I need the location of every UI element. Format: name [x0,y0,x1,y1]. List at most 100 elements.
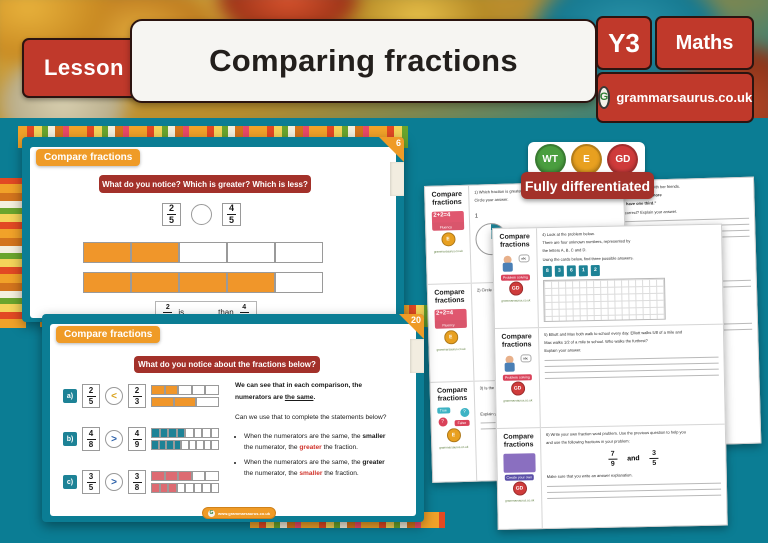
grammarsaurus-logo-icon: G [208,509,215,517]
fraction-bar [649,457,659,459]
bullet-bold: smaller [362,432,386,440]
worksheet-sidebar: Compare fractions 2+2=4 Fluency E gramma… [427,283,475,382]
worksheet-row[interactable]: Compare fractions Create your own GD gra… [496,425,727,529]
bar-cell-shaded [151,397,174,407]
number-card[interactable]: 6 [566,265,576,277]
bar-cell [188,440,197,450]
bar-cell-shaded [164,385,179,395]
bar-cell [193,428,202,438]
number-card-row[interactable]: 8 3 6 1 2 [542,262,717,277]
explanation-line-2: numerators are the same. [235,392,411,404]
denominator: 5 [228,215,234,225]
row-tag-label: c) [66,478,74,486]
true-false-reasoning-icon: True ? ? False [436,407,470,427]
list-item: When the numerators are the same, the gr… [244,457,411,480]
page-title-card: Comparing fractions [130,19,597,103]
number-card[interactable]: 8 [542,265,552,277]
numerator: 4 [88,428,94,438]
numerator: 2 [134,385,140,395]
answer-grid[interactable] [543,277,666,322]
bar-cell [185,428,194,438]
numerator: 3 [134,471,140,481]
worksheet-footer: grammarsaurus.co.uk [436,346,466,352]
badge-label: E [451,432,456,439]
question-banner-label: What do you notice? Which is greater? Wh… [102,179,308,189]
explanation-text: Can we use that to complete the statemen… [235,414,387,422]
bullet-text: the fraction. [321,444,359,452]
bullet-text: the numerator, the [244,444,300,452]
explanation-text: . [313,393,316,401]
fully-differentiated-label: Fully differentiated [524,177,651,194]
slide-footer-brand[interactable]: G www.grammarsaurus.co.uk [202,507,277,519]
bar-model-pair-a [151,385,219,407]
fraction-right: 3 8 [128,470,146,494]
bullet-highlight: greater [299,444,322,452]
bar-cell [178,385,192,395]
answer-line [611,217,750,223]
difficulty-badge: E [446,428,461,443]
numerator: 4 [134,428,140,438]
number-card[interactable]: 3 [554,265,564,277]
answer-line [544,368,719,373]
denominator: 5 [88,396,94,406]
brand-badge[interactable]: G grammarsaurus.co.uk [596,72,754,123]
badge-wt-label: WT [542,153,558,165]
difficulty-badge: E [440,232,456,247]
worksheet-stack-greater-depth[interactable]: Compare fractions abc Problem solving GD… [492,223,728,530]
year-group-label: Y3 [608,27,640,58]
bar-cell [176,483,185,493]
bar-model [151,428,219,438]
fraction-left: 4 8 [82,427,100,451]
worksheet-title: Compare fractions [436,386,468,403]
number-card[interactable]: 2 [590,264,600,276]
fraction-left: 2 5 [162,203,181,226]
worksheet-row[interactable]: Compare fractions abc Problem solving GD… [494,324,725,429]
slide-number: 20 [410,315,421,325]
bar-cell-shaded [151,440,159,450]
worksheet-sidebar: Compare fractions abc Problem solving GD… [493,228,539,328]
subject-badge: Maths [655,16,754,70]
worksheet-title: Compare fractions [499,233,530,249]
bar-cell [202,483,211,493]
bar-cell [210,428,219,438]
explanation-bullet-list: When the numerators are the same, the sm… [235,431,411,480]
brand-label: grammarsaurus.co.uk [616,90,753,105]
illustration-label: Problem solving [502,374,532,381]
difficulty-badge: GD [510,381,525,396]
worksheet-body: 4) Look at the problem below. There are … [537,225,723,328]
bar-cell-shaded [151,385,165,395]
bullet-text: the fraction. [322,470,359,478]
fraction-right: 2 3 [128,384,146,408]
answer-line [544,374,719,379]
numerator: 2 [165,303,170,311]
comparison-operator-placeholder[interactable] [191,204,212,225]
worksheet-footer: grammarsaurus.co.uk [503,398,533,403]
fraction-left: 3 5 [82,470,100,494]
fluency-2plus2equals4-icon: 2+2=4 Fluency [431,211,464,231]
slide-header-label: Compare fractions [64,329,153,340]
worksheet-sidebar: Compare fractions 2+2=4 Fluency E gramma… [425,185,472,284]
operator-symbol: < [111,390,117,402]
badge-e-label: E [583,153,590,165]
differentiation-badge-card: WT E GD [528,142,645,176]
number-card[interactable]: 1 [578,264,588,277]
worksheet-title: Compare fractions [501,333,532,349]
worksheet-body: 5) Elliott and Max both walk to school e… [539,325,725,428]
bar-cell-shaded [151,428,160,438]
bullet-highlight: smaller [299,470,323,478]
fluency-2plus2equals4-icon: 2+2=4 Fluency [433,308,467,329]
illustration-label: Create your own [504,474,535,481]
bar-cell [203,440,212,450]
list-item: When the numerators are the same, the sm… [244,431,411,454]
slide-preview-20[interactable]: 20 Compare fractions What do you notice … [42,314,424,522]
bar-cell-shaded [173,397,197,407]
worksheet-row[interactable]: Compare fractions abc Problem solving GD… [493,224,723,329]
row-tag-b: b) [63,432,77,446]
slide-preview-6[interactable]: 6 Compare fractions What do you notice? … [22,137,404,322]
worksheet-question: Explain your answer. [544,347,582,354]
row-tag-label: a) [66,392,74,400]
numerator: 3 [88,471,94,481]
fully-differentiated-banner: Fully differentiated [521,172,654,199]
bar-cell-shaded [151,483,160,493]
create-your-own-icon [502,453,536,473]
